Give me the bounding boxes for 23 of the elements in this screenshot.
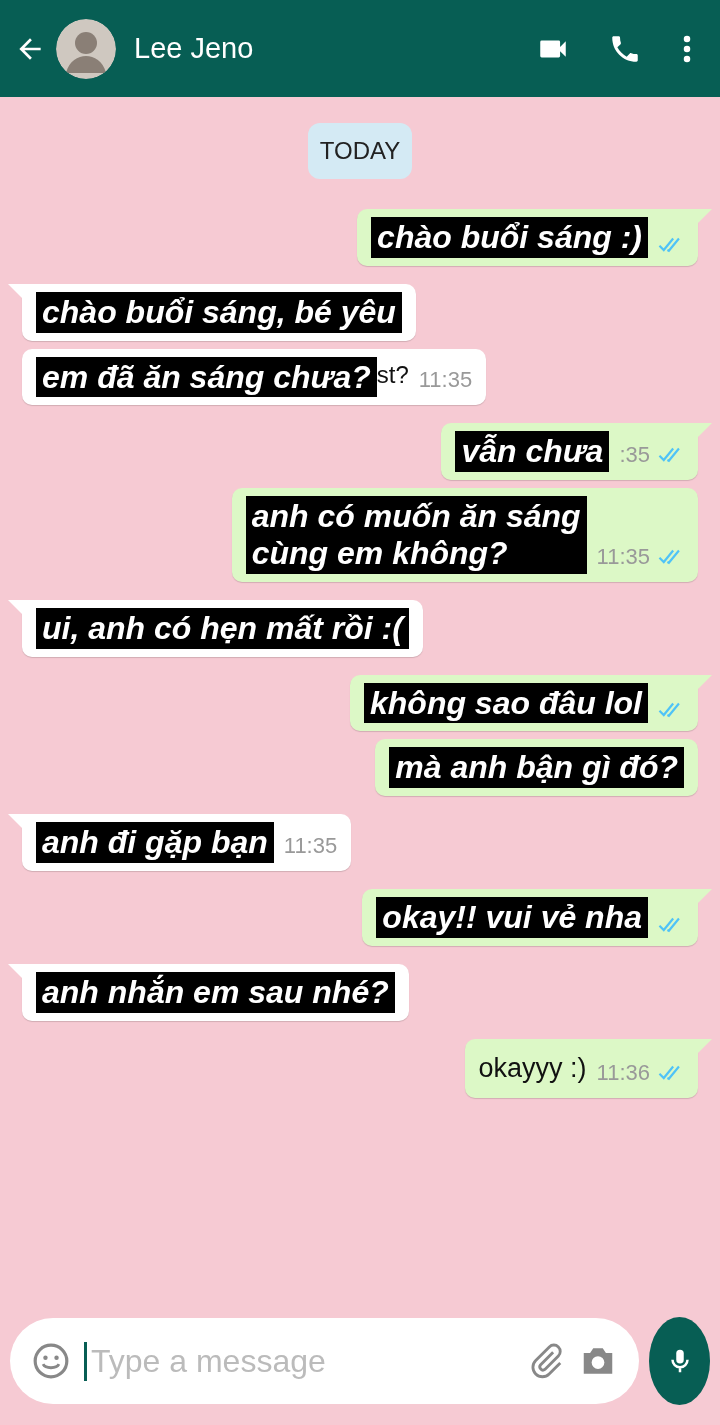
caption-text: vẫn chưa [455, 431, 610, 473]
caption-text: anh nhắn em sau nhé? [36, 971, 395, 1013]
message-time: 11:35 [418, 367, 473, 394]
date-chip: TODAY [307, 123, 413, 179]
caption-text: anh có muốn ăn sáng cùng em không? [245, 496, 587, 574]
caption-text: ui, anh có hẹn mất rồi :( [36, 607, 409, 649]
message-field[interactable]: Type a message [10, 1318, 639, 1404]
emoji-icon[interactable] [32, 1342, 70, 1380]
message-text: okayyy :) [478, 1051, 587, 1085]
caption-text: chào buổi sáng :) [371, 217, 648, 258]
caption-text: em đã ăn sáng chưa? [36, 356, 377, 398]
caption-text: chào buổi sáng, bé yêu [36, 291, 402, 333]
message-text: st? [376, 361, 409, 391]
message-time: :35 [619, 442, 650, 469]
message-time: 11:36 [596, 1059, 650, 1086]
caption-text: không sao đâu lol [364, 682, 648, 724]
caption-text: okay!! vui vẻ nha [376, 896, 648, 938]
message-time: 11:35 [596, 543, 650, 570]
caption-text: anh đi gặp bạn [36, 822, 274, 863]
caption-text: mà anh bận gì đó? [389, 747, 684, 789]
contact-name[interactable]: Lee Jeno [134, 32, 254, 65]
message-time: 11:35 [283, 832, 338, 859]
avatar[interactable] [56, 18, 116, 79]
